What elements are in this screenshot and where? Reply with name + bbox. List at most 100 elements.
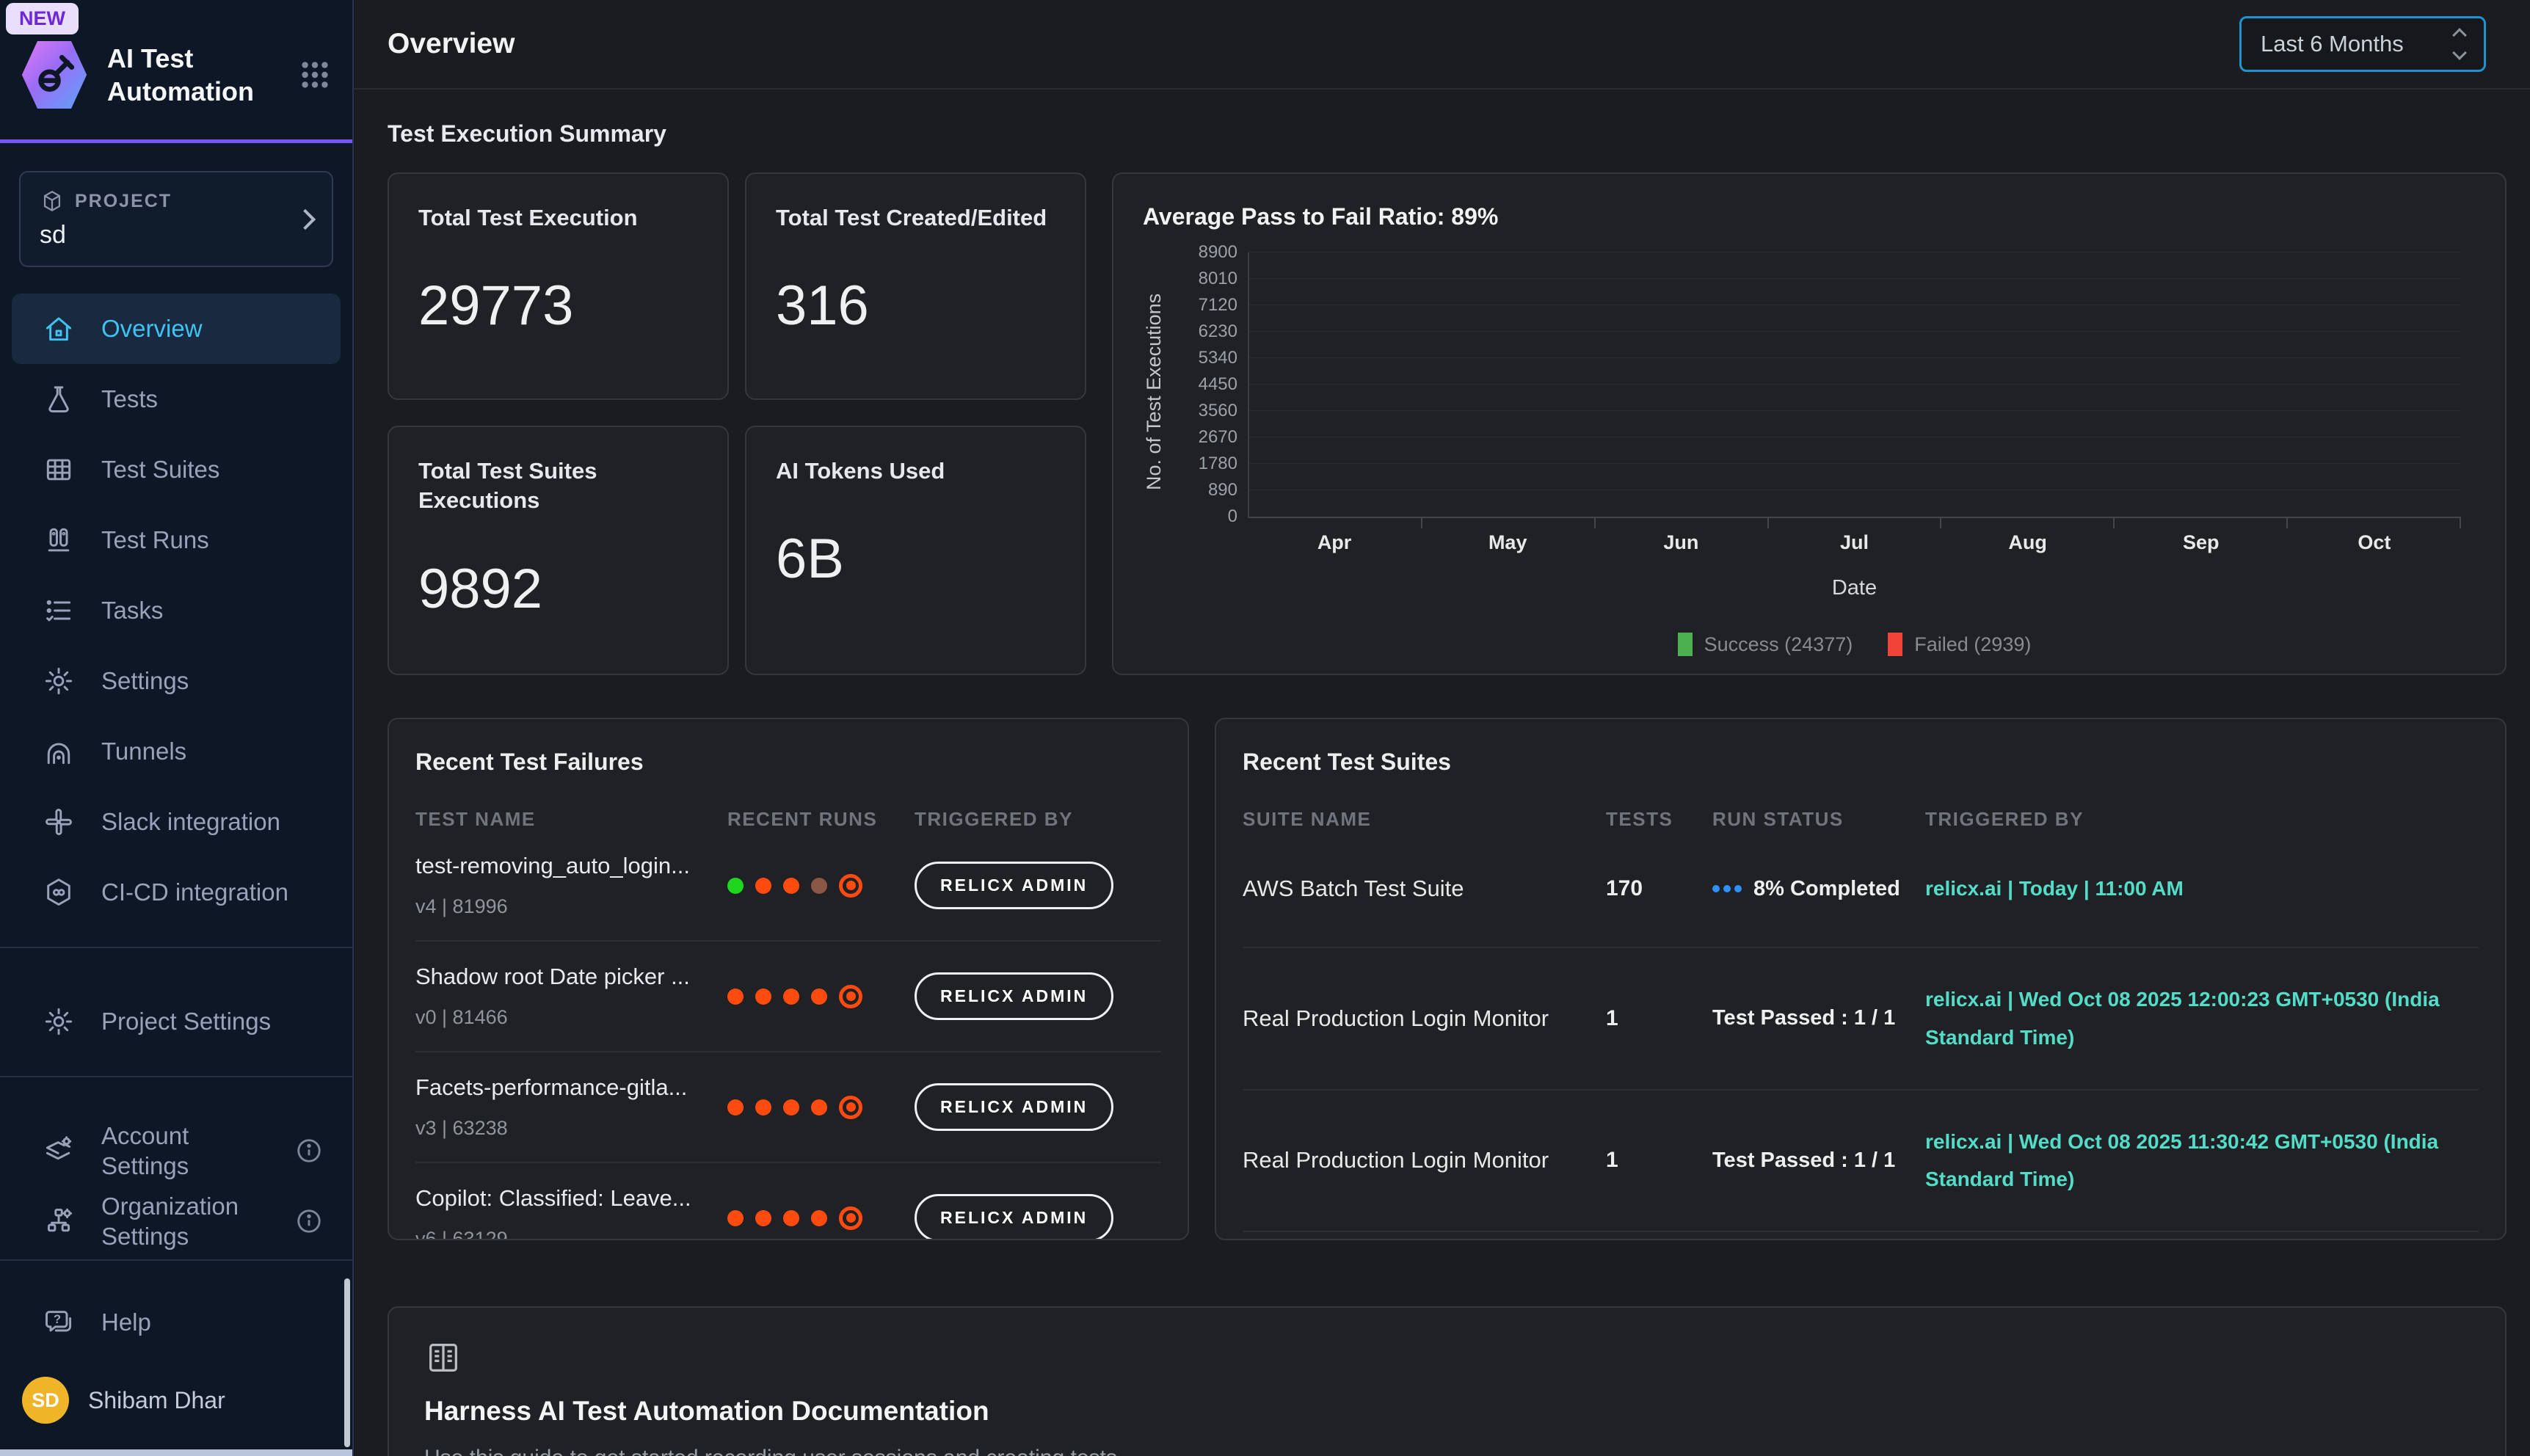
suites-column-header: SUITE NAME <box>1243 808 1606 831</box>
suites-table-row[interactable]: Real Production Login Monitor1Test Passe… <box>1243 948 2479 1091</box>
svg-text:?: ? <box>54 1313 61 1326</box>
chart-bar-slot-jun <box>1596 252 1769 517</box>
user-row[interactable]: SD Shibam Dhar <box>0 1358 352 1453</box>
apps-grid-icon[interactable] <box>298 58 332 92</box>
failures-title: Recent Test Failures <box>415 749 1161 776</box>
suite-tests-count: 1 <box>1606 1006 1712 1031</box>
info-icon[interactable] <box>295 1207 323 1235</box>
book-icon <box>424 1339 462 1377</box>
stat-card-value: 29773 <box>418 274 698 338</box>
stat-card-value: 316 <box>776 274 1055 338</box>
run-status-dot-failed[interactable] <box>755 1210 771 1226</box>
app-logo <box>21 38 88 112</box>
failure-name-block: test-removing_auto_login...v4 | 81996 <box>415 853 727 918</box>
sidebar-item-label: Test Runs <box>101 525 209 555</box>
chart-x-tick <box>2460 518 2461 528</box>
sidebar-item-organization-settings[interactable]: Organization Settings <box>12 1186 341 1256</box>
suite-triggered-by-link[interactable]: relicx.ai | Wed Oct 08 2025 11:30:42 GMT… <box>1925 1123 2479 1199</box>
sidebar-item-ci-cd-integration[interactable]: CI-CD integration <box>12 857 341 928</box>
info-icon[interactable] <box>295 1137 323 1165</box>
run-status-dot-failed[interactable] <box>783 878 799 894</box>
failures-table-row[interactable]: Copilot: Classified: Leave...v6 | 63129 R… <box>415 1163 1161 1240</box>
failure-test-name[interactable]: test-removing_auto_login... <box>415 853 727 879</box>
suite-name[interactable]: Real Production Login Monitor <box>1243 1147 1606 1173</box>
sidebar-item-tasks[interactable]: Tasks <box>12 575 341 646</box>
failure-test-meta: v3 | 63238 <box>415 1117 727 1140</box>
triggered-by-cell: RELICX ADMIN <box>915 972 1161 1020</box>
failure-test-name[interactable]: Copilot: Classified: Leave... <box>415 1185 727 1212</box>
run-status-dot-ring[interactable] <box>839 985 862 1008</box>
run-status-dot-failed[interactable] <box>783 1099 799 1115</box>
triggered-by-badge[interactable]: RELICX ADMIN <box>915 862 1113 909</box>
recent-runs-cell <box>727 1096 915 1119</box>
suite-triggered-by-link[interactable]: relicx.ai | Wed Oct 08 2025 12:00:23 GMT… <box>1925 980 2479 1057</box>
sidebar-item-account-settings[interactable]: Account Settings <box>12 1115 341 1186</box>
failures-table-row[interactable]: test-removing_auto_login...v4 | 81996 REL… <box>415 831 1161 942</box>
project-selector[interactable]: PROJECT sd <box>19 171 333 267</box>
failure-name-block: Copilot: Classified: Leave...v6 | 63129 <box>415 1185 727 1240</box>
run-status-dot-ring[interactable] <box>839 1096 862 1119</box>
test-tube-icon <box>32 52 77 98</box>
sidebar-item-tests[interactable]: Tests <box>12 364 341 434</box>
sidebar-item-test-runs[interactable]: Test Runs <box>12 505 341 575</box>
triggered-by-badge[interactable]: RELICX ADMIN <box>915 1083 1113 1131</box>
stat-card-title: AI Tokens Used <box>776 456 1055 486</box>
run-status-dot-ring[interactable] <box>839 874 862 898</box>
layers-gear-icon <box>43 1135 75 1167</box>
chart-x-label: May <box>1421 531 1594 554</box>
legend-item-failed: Failed (2939) <box>1888 633 2031 656</box>
triggered-by-badge[interactable]: RELICX ADMIN <box>915 1194 1113 1240</box>
sidebar-item-tunnels[interactable]: Tunnels <box>12 716 341 787</box>
suites-table-row[interactable]: Real Production Login Monitor1Test Passe… <box>1243 1232 2479 1240</box>
sidebar-item-settings[interactable]: Settings <box>12 646 341 716</box>
run-status-dot-failed[interactable] <box>811 989 827 1005</box>
suites-column-header: TRIGGERED BY <box>1925 808 2479 831</box>
chart-bar-slot-sep <box>2115 252 2288 517</box>
accent-divider <box>0 139 352 143</box>
sidebar-item-overview[interactable]: Overview <box>12 294 341 364</box>
user-name: Shibam Dhar <box>88 1387 225 1414</box>
suites-table-row[interactable]: AWS Batch Test Suite1708% Completedrelic… <box>1243 831 2479 948</box>
date-range-value: Last 6 Months <box>2261 31 2404 57</box>
sidebar-item-slack-integration[interactable]: Slack integration <box>12 787 341 857</box>
failures-table-row[interactable]: Facets-performance-gitla... v3 | 63238 REL… <box>415 1052 1161 1163</box>
sidebar-item-project-settings[interactable]: Project Settings <box>12 986 341 1057</box>
suite-triggered-by-link[interactable]: relicx.ai | Today | 11:00 AM <box>1925 870 2479 908</box>
sidebar-horizontal-scrollbar[interactable] <box>0 1449 352 1456</box>
failure-test-name[interactable]: Facets-performance-gitla... <box>415 1074 727 1101</box>
sidebar-item-label: Tasks <box>101 595 163 625</box>
section-title: Test Execution Summary <box>388 120 2507 148</box>
run-status-dot-success[interactable] <box>727 878 744 894</box>
run-status-dot-failed[interactable] <box>783 989 799 1005</box>
sidebar-item-label: Test Suites <box>101 454 219 484</box>
run-status-dot-failed[interactable] <box>755 1099 771 1115</box>
run-status-dot-stale[interactable] <box>811 878 827 894</box>
run-status-dot-failed[interactable] <box>727 989 744 1005</box>
triggered-by-badge[interactable]: RELICX ADMIN <box>915 972 1113 1020</box>
sidebar-item-test-suites[interactable]: Test Suites <box>12 434 341 505</box>
suites-table-row[interactable]: Real Production Login Monitor1Test Passe… <box>1243 1091 2479 1233</box>
run-status-dot-failed[interactable] <box>727 1210 744 1226</box>
run-status-dot-failed[interactable] <box>811 1210 827 1226</box>
chart-y-tick: 4450 <box>1199 374 1237 395</box>
content: Test Execution Summary Total Test Execut… <box>354 90 2530 1456</box>
run-status-dot-failed[interactable] <box>727 1099 744 1115</box>
run-status-dot-ring[interactable] <box>839 1206 862 1230</box>
triggered-by-cell: RELICX ADMIN <box>915 862 1161 909</box>
suite-name[interactable]: Real Production Login Monitor <box>1243 1005 1606 1032</box>
run-status-dot-failed[interactable] <box>783 1210 799 1226</box>
date-range-select[interactable]: Last 6 Months <box>2239 16 2486 72</box>
sidebar-vertical-scrollbar[interactable] <box>344 1278 350 1447</box>
sidebar-item-help[interactable]: ?Help <box>12 1287 341 1358</box>
failures-table-row[interactable]: Shadow root Date picker ...v0 | 81466REL… <box>415 942 1161 1052</box>
failures-rows: test-removing_auto_login...v4 | 81996 REL… <box>415 831 1161 1240</box>
chart-x-label: Apr <box>1248 531 1421 554</box>
chart-bar-slot-apr <box>1249 252 1422 517</box>
failure-test-name[interactable]: Shadow root Date picker ... <box>415 964 727 990</box>
run-status-dot-failed[interactable] <box>755 878 771 894</box>
failures-column-header: RECENT RUNS <box>727 808 915 831</box>
suite-name[interactable]: AWS Batch Test Suite <box>1243 876 1606 902</box>
run-status-dot-failed[interactable] <box>755 989 771 1005</box>
chart-x-tick <box>2113 518 2115 528</box>
run-status-dot-failed[interactable] <box>811 1099 827 1115</box>
